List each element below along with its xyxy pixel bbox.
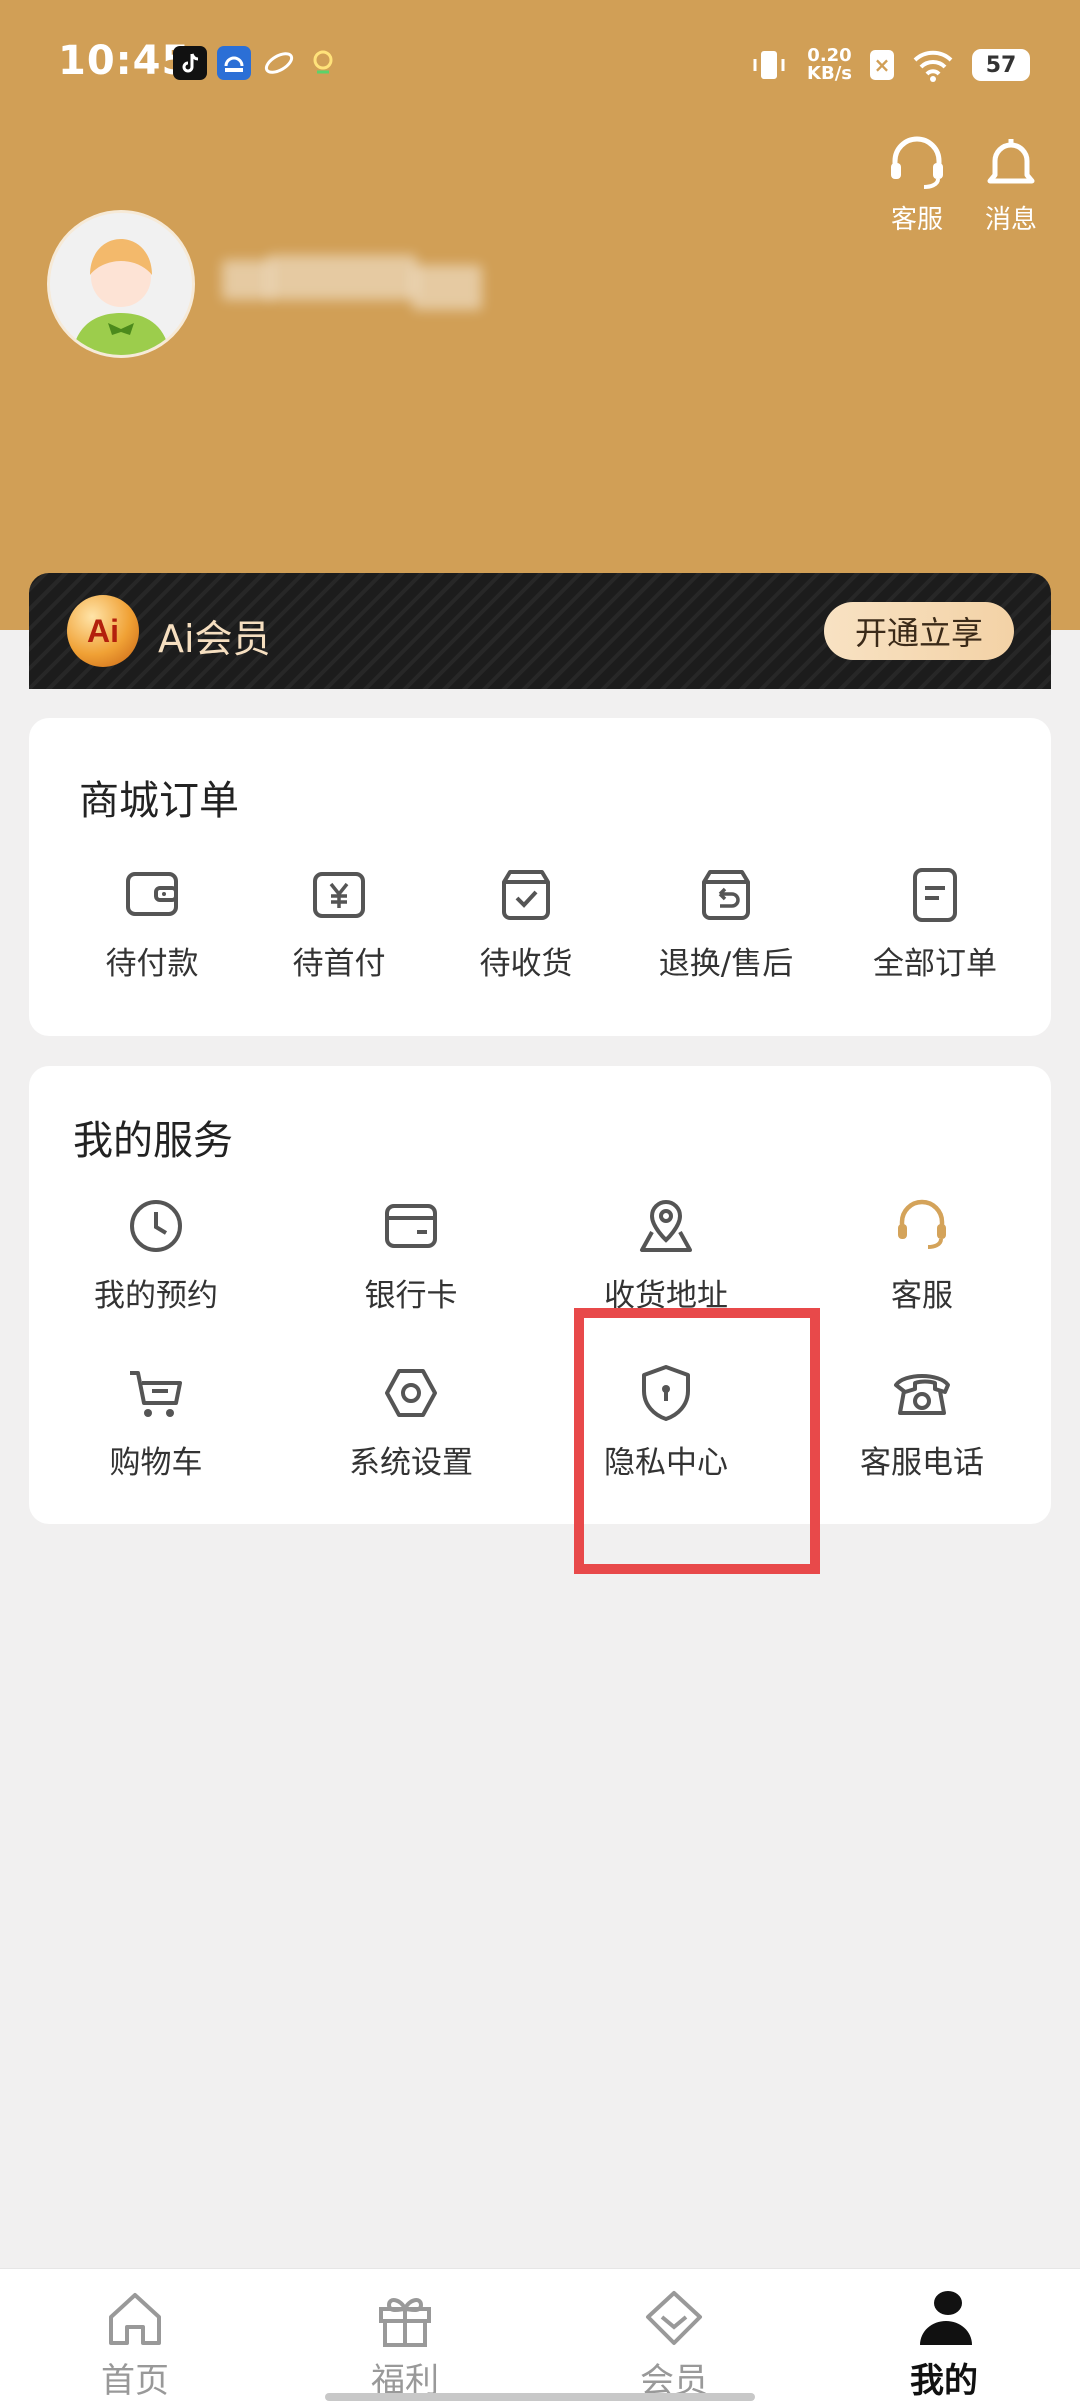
messages-button[interactable]: 消息	[971, 135, 1051, 236]
nav-mine-label: 我的	[910, 2361, 978, 2401]
service-shopping-cart-label: 购物车	[109, 1445, 203, 1481]
vibrate-icon	[753, 51, 785, 79]
planet-app-icon	[262, 46, 296, 80]
document-icon	[913, 868, 957, 922]
bottom-navigation: 首页 福利 会员 我的	[0, 2268, 1080, 2408]
service-bank-card[interactable]: 银行卡	[311, 1196, 511, 1315]
battery-indicator: 57	[972, 49, 1030, 81]
service-hotline-label: 客服电话	[860, 1445, 984, 1481]
headset-icon	[898, 1199, 946, 1249]
service-customer-service[interactable]: 客服	[822, 1196, 1022, 1315]
yen-icon	[313, 872, 365, 918]
headset-icon	[891, 136, 943, 189]
close-notification-icon: ×	[870, 50, 894, 80]
my-services-title: 我的服务	[73, 1118, 233, 1164]
return-box-icon	[702, 870, 750, 920]
clock-icon	[130, 1200, 182, 1252]
username-blurred	[222, 255, 482, 315]
order-pending-receipt-label: 待收货	[479, 946, 573, 982]
avatar-illustration	[50, 213, 192, 355]
avatar[interactable]	[47, 210, 195, 358]
location-icon	[640, 1200, 692, 1252]
cart-icon	[130, 1371, 182, 1417]
order-all[interactable]: 全部订单	[835, 864, 1035, 983]
customer-service-button[interactable]: 客服	[877, 135, 957, 236]
order-returns-label: 退换/售后	[658, 946, 794, 982]
wallet-icon	[126, 872, 178, 916]
service-my-appointments[interactable]: 我的预约	[56, 1196, 256, 1315]
customer-service-label: 客服	[890, 205, 943, 235]
order-pending-payment-label: 待付款	[105, 946, 199, 982]
highlight-box	[574, 1308, 820, 1574]
network-speed: 0.20 KB/s	[807, 45, 852, 84]
status-bar: 10:45 0.20 KB/s × 57	[0, 0, 1080, 130]
order-pending-downpayment-label: 待首付	[292, 946, 386, 982]
nav-member[interactable]: 会员	[594, 2287, 754, 2402]
nav-home-label: 首页	[101, 2361, 169, 2401]
tiktok-icon	[173, 46, 207, 80]
service-system-settings[interactable]: 系统设置	[311, 1363, 511, 1482]
ai-member-title: Ai会员	[158, 617, 271, 661]
settings-hexagon-icon	[385, 1369, 437, 1417]
service-my-appointments-label: 我的预约	[94, 1278, 218, 1314]
home-icon	[109, 2293, 161, 2345]
wifi-icon	[913, 50, 953, 82]
my-services-card: 我的服务 我的预约 银行卡 收货地址 客服 购物车 系统设置 隐私中心 客服电话	[29, 1066, 1051, 1524]
ai-logo: Ai	[67, 595, 139, 667]
nav-home[interactable]: 首页	[55, 2287, 215, 2402]
status-icons: 0.20 KB/s × 57	[749, 40, 1030, 90]
mall-orders-title: 商城订单	[79, 778, 239, 824]
nav-benefits[interactable]: 福利	[325, 2287, 485, 2402]
service-shopping-cart[interactable]: 购物车	[56, 1363, 256, 1482]
ai-member-banner[interactable]: Ai Ai会员 开通立享	[29, 573, 1051, 689]
service-hotline[interactable]: 客服电话	[822, 1363, 1022, 1482]
open-membership-button[interactable]: 开通立享	[824, 602, 1014, 660]
bell-icon	[987, 139, 1035, 184]
service-shipping-address[interactable]: 收货地址	[566, 1196, 766, 1315]
order-returns[interactable]: 退换/售后	[626, 864, 826, 983]
card-icon	[385, 1204, 437, 1248]
order-pending-receipt[interactable]: 待收货	[426, 864, 626, 983]
status-time: 10:45	[58, 38, 191, 84]
telephone-icon	[894, 1374, 950, 1415]
home-indicator	[325, 2393, 755, 2401]
gift-icon	[379, 2298, 431, 2347]
order-pending-downpayment[interactable]: 待首付	[239, 864, 439, 983]
order-all-label: 全部订单	[873, 946, 997, 982]
messages-label: 消息	[984, 205, 1037, 235]
order-pending-payment[interactable]: 待付款	[52, 864, 252, 983]
mall-orders-card: 商城订单 待付款 待首付 待收货 退换/售后 全部订单	[29, 718, 1051, 1036]
service-customer-service-label: 客服	[891, 1278, 953, 1314]
box-check-icon	[502, 870, 550, 920]
assistant-app-icon	[306, 46, 340, 80]
diamond-icon	[646, 2291, 702, 2345]
service-bank-card-label: 银行卡	[364, 1278, 458, 1314]
service-system-settings-label: 系统设置	[349, 1445, 473, 1481]
app-notification-icon	[217, 46, 251, 80]
person-icon	[920, 2291, 972, 2345]
nav-mine[interactable]: 我的	[864, 2287, 1024, 2402]
